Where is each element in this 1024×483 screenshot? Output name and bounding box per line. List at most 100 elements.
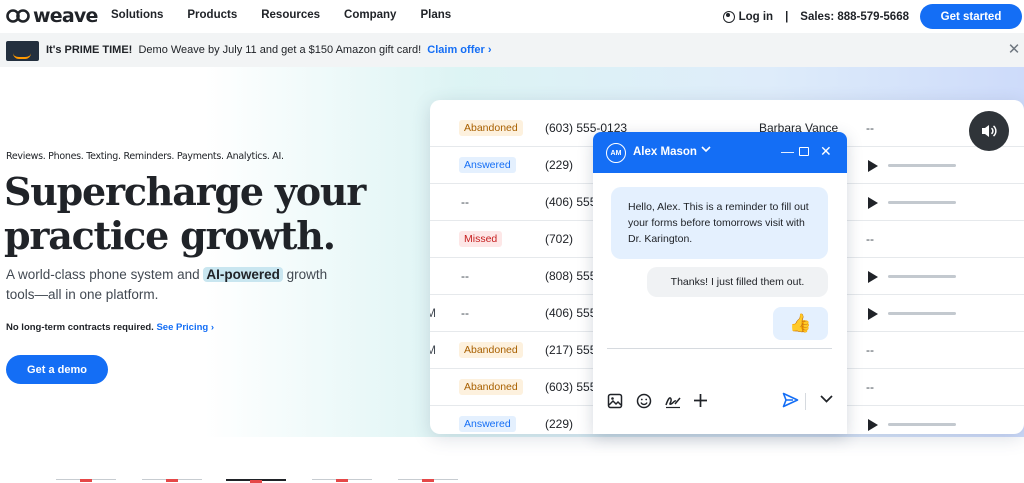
see-pricing-label: See Pricing (156, 322, 209, 333)
chevron-right-icon: › (210, 322, 215, 333)
nav-link-company[interactable]: Company (344, 9, 396, 21)
weave-logo[interactable]: weave (6, 5, 98, 27)
recording-empty: -- (866, 343, 874, 357)
outgoing-message: Thanks! I just filled them out. (647, 267, 828, 297)
partner-logo (226, 479, 286, 483)
recording-empty: -- (866, 380, 874, 394)
nav-links: Solutions Products Resources Company Pla… (111, 9, 475, 21)
contracts-text: No long-term contracts required. (6, 322, 154, 333)
nav-separator: | (785, 10, 789, 23)
call-status-badge: Answered (459, 416, 516, 432)
play-icon[interactable] (868, 419, 878, 431)
chevron-down-icon[interactable] (819, 391, 834, 406)
chat-header: AM Alex Mason — ✕ (593, 132, 847, 173)
call-status-badge: Abandoned (459, 342, 523, 358)
caller-phone: (229) (545, 158, 574, 172)
get-a-demo-button[interactable]: Get a demo (6, 355, 108, 384)
recording-empty: -- (866, 121, 874, 135)
promo-headline: It's PRIME TIME! (46, 44, 133, 56)
page-title: Supercharge your practice growth. (4, 169, 366, 258)
nav-link-products[interactable]: Products (187, 9, 237, 21)
headline-line-2: practice growth. (4, 213, 336, 258)
weave-logo-icon (6, 9, 30, 23)
sales-phone-link[interactable]: Sales: 888-579-5668 (800, 11, 909, 23)
login-link[interactable]: Log in (722, 10, 774, 23)
caller-phone: (217) 555 (545, 343, 597, 357)
audio-track[interactable] (888, 201, 956, 204)
play-icon[interactable] (868, 271, 878, 283)
partner-logo (312, 479, 372, 483)
caller-phone: (702) (545, 232, 574, 246)
call-time: M (430, 306, 436, 320)
call-status-badge: Missed (459, 231, 503, 247)
signature-icon[interactable] (664, 393, 682, 409)
partner-logo-mark (80, 479, 92, 482)
incoming-message: Hello, Alex. This is a reminder to fill … (611, 187, 828, 259)
emoji-icon[interactable] (636, 393, 652, 409)
nav-link-plans[interactable]: Plans (420, 9, 451, 21)
play-icon[interactable] (868, 308, 878, 320)
promo-text: It's PRIME TIME! Demo Weave by July 11 a… (46, 44, 492, 56)
speaker-glyph-icon (982, 125, 997, 137)
partner-logo-mark (422, 479, 434, 482)
toolbar-separator (805, 393, 806, 410)
audio-track[interactable] (888, 312, 956, 315)
amazon-logo-icon (6, 41, 39, 61)
chat-widget: AM Alex Mason — ✕ Hello, Alex. This is a… (593, 132, 847, 434)
login-label: Log in (738, 10, 774, 23)
partner-logo (398, 479, 458, 483)
popout-icon[interactable] (799, 147, 809, 156)
call-status-badge: Abandoned (459, 379, 523, 395)
play-icon[interactable] (868, 160, 878, 172)
top-nav: weave Solutions Products Resources Compa… (0, 0, 1024, 33)
subhead-text-1: A world-class phone system and (6, 267, 204, 282)
nav-right: Log in | Sales: 888-579-5668 Get started (722, 0, 1024, 33)
chat-contact-name[interactable]: Alex Mason (633, 146, 697, 158)
ai-powered-highlight: AI-powered (203, 267, 283, 282)
claim-offer-label: Claim offer (427, 44, 485, 56)
partner-logo-mark (336, 479, 348, 482)
caller-phone: (406) 555 (545, 306, 597, 320)
audio-track[interactable] (888, 423, 956, 426)
image-icon[interactable] (607, 393, 623, 409)
chevron-down-icon[interactable] (701, 145, 711, 156)
user-icon (722, 10, 735, 23)
promo-message: Demo Weave by July 11 and get a $150 Ama… (138, 44, 422, 56)
nav-link-resources[interactable]: Resources (261, 9, 320, 21)
partner-logo (56, 479, 116, 483)
get-started-button[interactable]: Get started (920, 4, 1022, 29)
close-icon[interactable]: ✕ (820, 143, 832, 160)
partner-logo (142, 479, 202, 483)
thumbs-up-icon: 👍 (773, 307, 828, 340)
call-status-badge: -- (461, 306, 469, 320)
close-icon[interactable]: ✕ (1007, 42, 1021, 57)
avatar: AM (606, 143, 626, 163)
audio-track[interactable] (888, 164, 956, 167)
chevron-right-icon: › (487, 44, 492, 56)
send-icon[interactable] (782, 392, 799, 408)
caller-phone: (603) 555 (545, 380, 597, 394)
hero-subheading: A world-class phone system and AI-powere… (6, 265, 346, 305)
hero-tagline: Reviews. Phones. Texting. Reminders. Pay… (6, 151, 284, 162)
caller-phone: (406) 555 (545, 195, 597, 209)
claim-offer-link[interactable]: Claim offer › (427, 44, 491, 56)
chat-divider (607, 348, 832, 349)
call-status-badge: -- (461, 195, 469, 209)
play-icon[interactable] (868, 197, 878, 209)
contracts-note: No long-term contracts required. See Pri… (6, 322, 214, 333)
call-status-badge: Abandoned (459, 120, 523, 136)
speaker-icon[interactable] (969, 111, 1009, 151)
partner-logo-mark (166, 479, 178, 482)
minimize-icon[interactable]: — (781, 144, 794, 159)
audio-track[interactable] (888, 275, 956, 278)
chat-toolbar (593, 391, 847, 413)
see-pricing-link[interactable]: See Pricing › (156, 322, 214, 333)
plus-icon[interactable] (693, 393, 708, 408)
call-status-badge: Answered (459, 157, 516, 173)
headline-line-1: Supercharge your (4, 169, 366, 214)
recording-empty: -- (866, 232, 874, 246)
call-time: M (430, 343, 436, 357)
call-status-badge: -- (461, 269, 469, 283)
brand-name: weave (33, 5, 98, 27)
nav-link-solutions[interactable]: Solutions (111, 9, 163, 21)
